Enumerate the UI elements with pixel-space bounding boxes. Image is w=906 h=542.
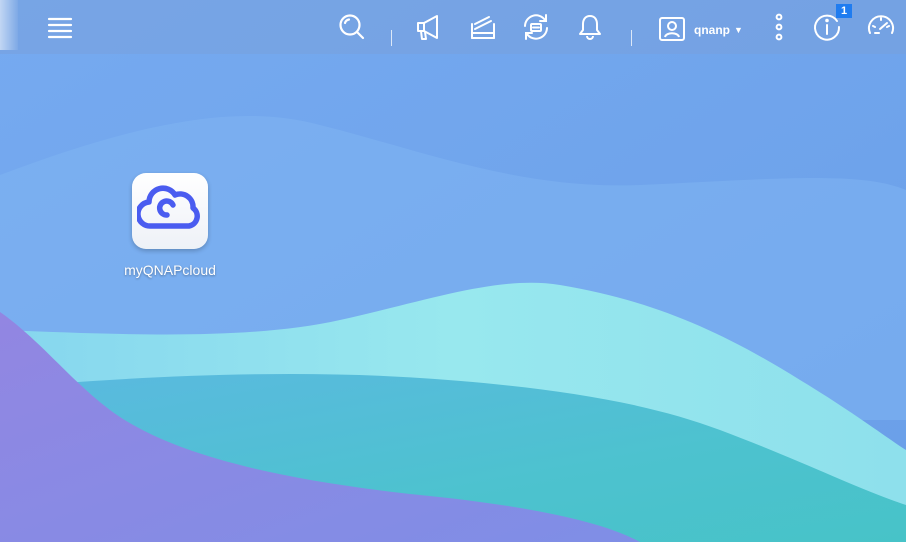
search-icon bbox=[339, 14, 365, 40]
notifications-button[interactable] bbox=[574, 11, 606, 43]
dashboard-button[interactable] bbox=[865, 11, 897, 43]
app-tile[interactable] bbox=[132, 173, 208, 249]
external-device-sync-icon bbox=[524, 14, 548, 40]
hamburger-menu-icon bbox=[47, 17, 73, 39]
myqnapcloud-cloud-icon bbox=[137, 185, 200, 229]
main-menu-button[interactable] bbox=[44, 11, 76, 43]
taskbar-separator bbox=[631, 30, 632, 46]
desktop: qnanp ▼ 1 myQNAPcloud bbox=[0, 0, 906, 542]
taskbar: qnanp ▼ 1 bbox=[0, 0, 906, 54]
megaphone-icon bbox=[417, 15, 438, 40]
taskbar-separator bbox=[391, 30, 392, 46]
username-label: qnanp bbox=[694, 23, 730, 37]
desktop-shortcut-myqnapcloud[interactable]: myQNAPcloud bbox=[110, 173, 230, 278]
system-info-button[interactable]: 1 bbox=[811, 4, 852, 43]
more-options-button[interactable] bbox=[763, 11, 795, 43]
chevron-down-icon: ▼ bbox=[734, 25, 743, 35]
app-label: myQNAPcloud bbox=[124, 262, 216, 278]
search-button[interactable] bbox=[335, 11, 367, 43]
external-device-button[interactable] bbox=[520, 11, 552, 43]
dashboard-gauge-icon bbox=[868, 15, 894, 34]
background-tasks-button[interactable] bbox=[466, 11, 498, 43]
user-account-icon bbox=[659, 17, 685, 41]
notification-count-badge: 1 bbox=[836, 4, 852, 18]
more-vertical-icon bbox=[775, 13, 783, 41]
bell-icon bbox=[579, 15, 601, 40]
announcement-button[interactable] bbox=[412, 11, 444, 43]
user-menu-button[interactable]: qnanp ▼ bbox=[658, 14, 743, 46]
background-tasks-icon bbox=[471, 16, 495, 39]
taskbar-edge-highlight bbox=[0, 0, 18, 50]
